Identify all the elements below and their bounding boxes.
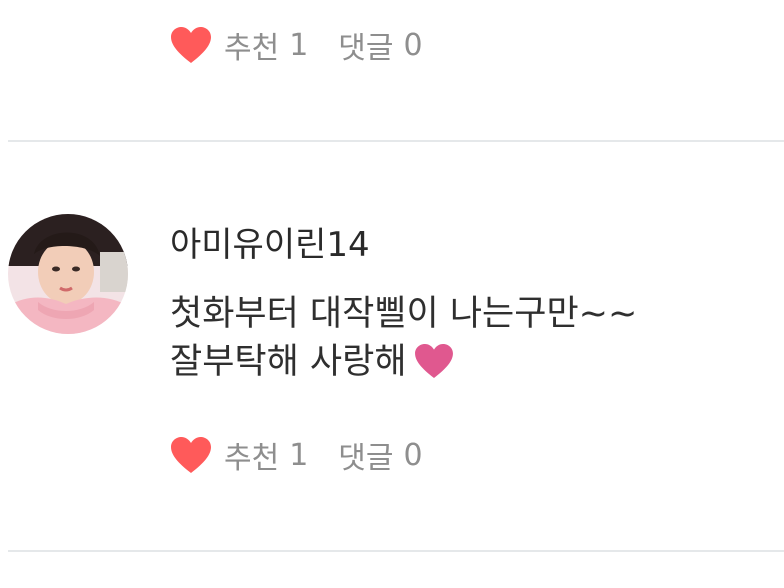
heart-icon	[170, 436, 212, 474]
comment-actions: 추천 1 댓글 0	[170, 23, 423, 67]
comment-text-line: 첫화부터 대작삘이 나는구만~~	[170, 294, 638, 334]
comment-actions: 추천 1 댓글 0	[170, 433, 423, 477]
pink-heart-emoji-icon	[413, 343, 455, 392]
like-count: 1	[289, 27, 309, 63]
like-label: 추천	[224, 31, 280, 66]
comment-text-segment: 잘부탁해 사랑해	[170, 342, 407, 382]
reply-label: 댓글	[338, 441, 394, 476]
divider	[8, 550, 784, 552]
reply-button[interactable]: 댓글 0	[338, 433, 422, 477]
comment-text-line: 잘부탁해 사랑해	[170, 338, 770, 392]
reply-count: 0	[403, 27, 423, 63]
like-count: 1	[289, 437, 309, 473]
comment-username[interactable]: 아미유이린14	[170, 224, 370, 266]
avatar[interactable]	[8, 214, 128, 334]
like-button[interactable]: 추천 1	[170, 433, 308, 477]
heart-icon	[170, 26, 212, 64]
comment-list: 추천 1 댓글 0 아미유이린14 첫화부터 대작삘이 나는구만~~ 잘부탁해 …	[0, 0, 784, 588]
reply-button[interactable]: 댓글 0	[338, 23, 422, 67]
comment-text: 첫화부터 대작삘이 나는구만~~ 잘부탁해 사랑해	[170, 290, 770, 392]
reply-count: 0	[403, 437, 423, 473]
like-button[interactable]: 추천 1	[170, 23, 308, 67]
reply-label: 댓글	[338, 31, 394, 66]
like-label: 추천	[224, 441, 280, 476]
divider	[8, 140, 784, 142]
